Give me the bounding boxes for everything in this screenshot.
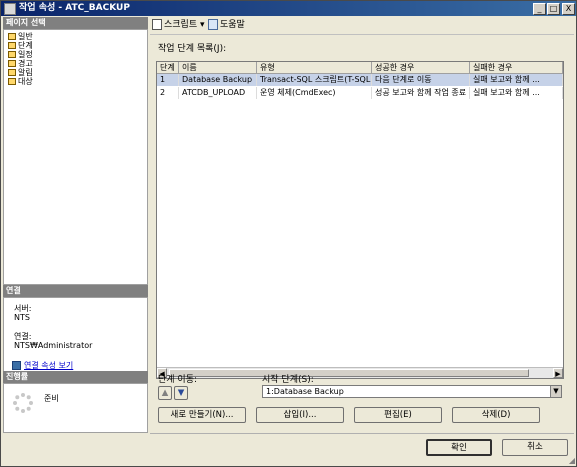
main-content: 스크립트 ▾ 도움말 작업 단계 목록(J): 단계 이름 유형 성공한 경우 …	[150, 17, 574, 433]
scroll-right-icon[interactable]: ▶	[553, 368, 563, 378]
cell-name: Database Backup	[179, 74, 257, 86]
sidebar-item-alerts[interactable]: 경고	[8, 59, 33, 68]
cell-on-success: 다음 단계로 이동	[372, 74, 470, 86]
column-header-name[interactable]: 이름	[179, 62, 257, 73]
help-button[interactable]: 도움말	[208, 19, 245, 31]
sidebar-item-targets[interactable]: 대상	[8, 77, 33, 86]
cell-type: Transact-SQL 스크립트(T-SQL)	[257, 74, 372, 86]
connection-value: NTS₩Administrator	[14, 341, 93, 350]
cell-on-failure: 실패 보고와 함께 ...	[470, 87, 563, 99]
sidebar-item-general[interactable]: 일반	[8, 32, 33, 41]
move-step-label: 단계 이동:	[158, 375, 198, 385]
cell-on-failure: 실패 보고와 함께 ...	[470, 74, 563, 86]
arrow-down-icon: ▼	[177, 388, 185, 398]
help-icon	[208, 19, 218, 30]
script-icon	[152, 19, 162, 30]
grid-header: 단계 이름 유형 성공한 경우 실패한 경우	[157, 62, 563, 74]
minimize-button[interactable]: _	[533, 3, 546, 15]
toolbar-divider	[150, 34, 574, 35]
cell-type: 운영 체제(CmdExec)	[257, 87, 372, 99]
connection-header: 연결	[3, 285, 148, 297]
move-down-button[interactable]: ▼	[174, 386, 188, 400]
arrow-up-icon: ▲	[161, 388, 169, 398]
cell-name: ATCDB_UPLOAD	[179, 87, 257, 99]
column-header-type[interactable]: 유형	[257, 62, 372, 73]
ok-button[interactable]: 확인	[426, 439, 492, 456]
steps-grid[interactable]: 단계 이름 유형 성공한 경우 실패한 경우 1 Database Backup…	[156, 61, 564, 379]
script-button[interactable]: 스크립트 ▾	[152, 19, 205, 31]
cell-step: 2	[157, 87, 179, 99]
window-icon	[4, 3, 16, 15]
close-button[interactable]: X	[562, 3, 575, 15]
page-list: 일반 단계 일정 경고 알림 대상	[3, 29, 148, 285]
cancel-button[interactable]: 취소	[502, 439, 568, 456]
properties-icon	[12, 361, 21, 370]
sidebar: 페이지 선택 일반 단계 일정 경고 알림 대상 연결 서버: NTS 연결: …	[3, 17, 148, 433]
page-icon	[8, 42, 16, 49]
job-properties-window: 작업 속성 - ATC_BACKUP _ □ X 페이지 선택 일반 단계 일정…	[0, 0, 577, 467]
chevron-down-icon: ▾	[200, 20, 205, 30]
progress-spinner-icon	[13, 393, 33, 413]
steps-list-label: 작업 단계 목록(J):	[158, 44, 227, 54]
dialog-footer: 확인 취소	[150, 433, 574, 465]
start-step-select[interactable]: 1:Database Backup ▼	[262, 385, 562, 398]
edit-step-button[interactable]: 편집(E)	[354, 407, 442, 423]
table-row[interactable]: 2 ATCDB_UPLOAD 운영 체제(CmdExec) 성공 보고와 함께 …	[157, 87, 563, 99]
page-icon	[8, 69, 16, 76]
table-row[interactable]: 1 Database Backup Transact-SQL 스크립트(T-SQ…	[157, 74, 563, 86]
server-value: NTS	[14, 313, 30, 322]
page-icon	[8, 60, 16, 67]
sidebar-item-steps[interactable]: 단계	[8, 41, 33, 50]
sidebar-item-schedule[interactable]: 일정	[8, 50, 33, 59]
insert-step-button[interactable]: 삽입(I)...	[256, 407, 344, 423]
scrollbar-thumb[interactable]	[169, 369, 529, 377]
column-header-step[interactable]: 단계	[157, 62, 179, 73]
progress-panel: 준비	[3, 383, 148, 433]
progress-header: 진행률	[3, 371, 148, 383]
title-bar: 작업 속성 - ATC_BACKUP _ □ X	[1, 1, 576, 16]
delete-step-button[interactable]: 삭제(D)	[452, 407, 540, 423]
cell-on-success: 성공 보고와 함께 작업 종료	[372, 87, 470, 99]
page-icon	[8, 51, 16, 58]
page-icon	[8, 78, 16, 85]
window-title: 작업 속성 - ATC_BACKUP	[19, 3, 130, 13]
resize-grip-icon[interactable]: ◢	[569, 456, 575, 465]
view-connection-properties-link[interactable]: 연결 속성 보기	[12, 360, 73, 371]
page-icon	[8, 33, 16, 40]
maximize-button[interactable]: □	[547, 3, 560, 15]
new-step-button[interactable]: 새로 만들기(N)...	[158, 407, 246, 423]
page-select-header: 페이지 선택	[3, 17, 148, 29]
sidebar-item-notifications[interactable]: 알림	[8, 68, 33, 77]
cell-step: 1	[157, 74, 179, 86]
column-header-on-failure[interactable]: 실패한 경우	[470, 62, 563, 73]
chevron-down-icon[interactable]: ▼	[550, 386, 561, 397]
start-step-label: 시작 단계(S):	[262, 375, 314, 385]
column-header-on-success[interactable]: 성공한 경우	[372, 62, 470, 73]
horizontal-scrollbar[interactable]: ◀ ▶	[157, 367, 563, 378]
move-up-button[interactable]: ▲	[158, 386, 172, 400]
progress-status: 준비	[44, 394, 59, 403]
